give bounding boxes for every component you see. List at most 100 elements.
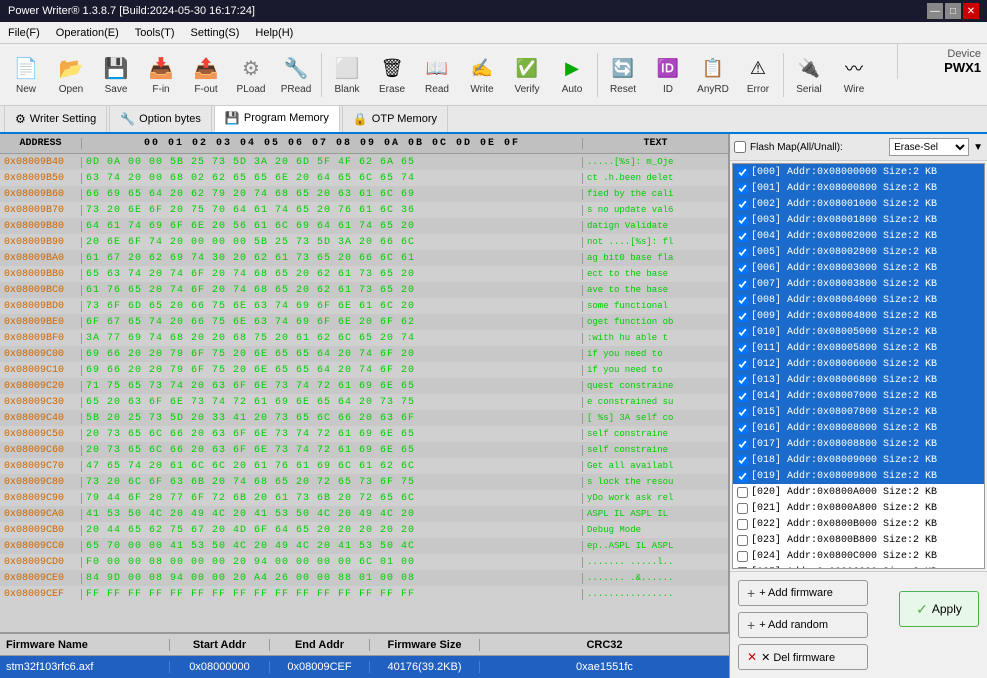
tb-pread-button[interactable]: 🔧 PRead <box>274 48 318 102</box>
hex-row: 0x08009B40 0D 0A 00 00 5B 25 73 5D 3A 20… <box>0 154 728 170</box>
minimize-button[interactable]: — <box>927 3 943 19</box>
flash-list-item[interactable]: [012] Addr:0x08006000 Size:2 KB <box>733 356 984 372</box>
tb-fout-label: F-out <box>194 84 217 95</box>
flash-list-item[interactable]: [024] Addr:0x0800C000 Size:2 KB <box>733 548 984 564</box>
menu-help[interactable]: Help(H) <box>247 25 301 41</box>
add-firmware-button[interactable]: + + Add firmware <box>738 580 868 606</box>
tb-id-button[interactable]: 🆔 ID <box>646 48 690 102</box>
hex-row: 0x08009BA0 61 67 20 62 69 74 30 20 62 61… <box>0 250 728 266</box>
tb-pload-button[interactable]: ⚙ PLoad <box>229 48 273 102</box>
add-random-button[interactable]: + + Add random <box>738 612 868 638</box>
titlebar: Power Writer® 1.3.8.7 [Build:2024-05-30 … <box>0 0 987 22</box>
flash-list-item[interactable]: [003] Addr:0x08001800 Size:2 KB <box>733 212 984 228</box>
flash-list-item[interactable]: [020] Addr:0x0800A000 Size:2 KB <box>733 484 984 500</box>
menu-tools[interactable]: Tools(T) <box>127 25 183 41</box>
flash-list-item[interactable]: [014] Addr:0x08007000 Size:2 KB <box>733 388 984 404</box>
tab-program-memory-label: Program Memory <box>244 112 329 124</box>
firmware-table-row[interactable]: stm32f103rfc6.axf 0x08000000 0x08009CEF … <box>0 656 729 678</box>
toolbar-sep-1 <box>321 53 322 97</box>
wire-icon: 〰 <box>840 54 868 82</box>
del-firmware-label: ✕ Del firmware <box>761 651 835 664</box>
tb-fout-button[interactable]: 📤 F-out <box>184 48 228 102</box>
apply-button[interactable]: ✓ Apply <box>899 591 979 627</box>
flash-list-item[interactable]: [022] Addr:0x0800B000 Size:2 KB <box>733 516 984 532</box>
tb-blank-button[interactable]: ⬜ Blank <box>325 48 369 102</box>
menu-file[interactable]: File(F) <box>0 25 48 41</box>
fout-icon: 📤 <box>192 54 220 82</box>
tb-write-button[interactable]: ✍ Write <box>460 48 504 102</box>
flash-list-item[interactable]: [018] Addr:0x08009000 Size:2 KB <box>733 452 984 468</box>
tb-reset-button[interactable]: 🔄 Reset <box>601 48 645 102</box>
flash-list-item[interactable]: [007] Addr:0x08003800 Size:2 KB <box>733 276 984 292</box>
tb-verify-button[interactable]: ✅ Verify <box>505 48 549 102</box>
tb-error-button[interactable]: ⚠ Error <box>736 48 780 102</box>
tab-writer-setting[interactable]: ⚙ Writer Setting <box>4 104 107 132</box>
flash-list-item[interactable]: [001] Addr:0x08000800 Size:2 KB <box>733 180 984 196</box>
hex-text-header: TEXT <box>583 138 728 149</box>
tb-auto-button[interactable]: ▶ Auto <box>550 48 594 102</box>
tb-serial-label: Serial <box>796 84 822 95</box>
blank-icon: ⬜ <box>333 54 361 82</box>
tb-new-button[interactable]: 📄 New <box>4 48 48 102</box>
apply-check-icon: ✓ <box>916 601 928 618</box>
tb-open-button[interactable]: 📂 Open <box>49 48 93 102</box>
hex-row: 0x08009B80 64 61 74 69 6F 6E 20 56 61 6C… <box>0 218 728 234</box>
del-firmware-button[interactable]: ✕ ✕ Del firmware <box>738 644 868 670</box>
flash-list-item[interactable]: [025] Addr:0x0800C800 Size:2 KB <box>733 564 984 569</box>
tab-option-bytes[interactable]: 🔧 Option bytes <box>109 104 212 132</box>
tb-reset-label: Reset <box>610 84 636 95</box>
tb-serial-button[interactable]: 🔌 Serial <box>787 48 831 102</box>
tb-anyrd-button[interactable]: 📋 AnyRD <box>691 48 735 102</box>
write-icon: ✍ <box>468 54 496 82</box>
flash-list-item[interactable]: [015] Addr:0x08007800 Size:2 KB <box>733 404 984 420</box>
flash-list-item[interactable]: [008] Addr:0x08004000 Size:2 KB <box>733 292 984 308</box>
hex-row: 0x08009CB0 20 44 65 62 75 67 20 4D 6F 64… <box>0 522 728 538</box>
hex-row: 0x08009C30 65 20 63 6F 6E 73 74 72 61 69… <box>0 394 728 410</box>
flash-list-item[interactable]: [023] Addr:0x0800B800 Size:2 KB <box>733 532 984 548</box>
flash-list-item[interactable]: [010] Addr:0x08005000 Size:2 KB <box>733 324 984 340</box>
save-icon: 💾 <box>102 54 130 82</box>
flash-list-item[interactable]: [009] Addr:0x08004800 Size:2 KB <box>733 308 984 324</box>
tb-id-label: ID <box>663 84 673 95</box>
program-memory-icon: 💾 <box>225 111 240 125</box>
right-panel: Flash Map(All/Unall): Erase-Sel ▼ [000] … <box>729 134 987 678</box>
hex-row: 0x08009C50 20 73 65 6C 66 20 63 6F 6E 73… <box>0 426 728 442</box>
flash-map-dropdown[interactable]: Erase-Sel <box>889 138 969 156</box>
tb-fin-button[interactable]: 📥 F-in <box>139 48 183 102</box>
tab-program-memory[interactable]: 💾 Program Memory <box>214 104 340 132</box>
tb-erase-button[interactable]: 🗑 Erase <box>370 48 414 102</box>
flash-list-item[interactable]: [002] Addr:0x08001000 Size:2 KB <box>733 196 984 212</box>
maximize-button[interactable]: □ <box>945 3 961 19</box>
tb-save-button[interactable]: 💾 Save <box>94 48 138 102</box>
tb-read-button[interactable]: 📖 Read <box>415 48 459 102</box>
tb-wire-button[interactable]: 〰 Wire <box>832 48 876 102</box>
flash-list-item[interactable]: [004] Addr:0x08002000 Size:2 KB <box>733 228 984 244</box>
flash-map-header: Flash Map(All/Unall): Erase-Sel ▼ <box>730 134 987 161</box>
flash-list-item[interactable]: [000] Addr:0x08000000 Size:2 KB <box>733 164 984 180</box>
flash-list-item[interactable]: [006] Addr:0x08003000 Size:2 KB <box>733 260 984 276</box>
flash-list-item[interactable]: [017] Addr:0x08008800 Size:2 KB <box>733 436 984 452</box>
menu-setting[interactable]: Setting(S) <box>183 25 248 41</box>
tb-open-label: Open <box>59 84 83 95</box>
hex-row: 0x08009CEF FF FF FF FF FF FF FF FF FF FF… <box>0 586 728 602</box>
flash-list-item[interactable]: [021] Addr:0x0800A800 Size:2 KB <box>733 500 984 516</box>
close-button[interactable]: ✕ <box>963 3 979 19</box>
flash-list-item[interactable]: [005] Addr:0x08002800 Size:2 KB <box>733 244 984 260</box>
fw-row-crc: 0xae1551fc <box>480 661 729 673</box>
flash-list-item[interactable]: [016] Addr:0x08008000 Size:2 KB <box>733 420 984 436</box>
fw-header-crc: CRC32 <box>480 639 729 651</box>
flash-list-item[interactable]: [019] Addr:0x08009800 Size:2 KB <box>733 468 984 484</box>
menu-operation[interactable]: Operation(E) <box>48 25 127 41</box>
flash-list-item[interactable]: [011] Addr:0x08005800 Size:2 KB <box>733 340 984 356</box>
flash-map-checkbox[interactable] <box>734 141 746 153</box>
tb-anyrd-label: AnyRD <box>697 84 729 95</box>
tab-otp-memory[interactable]: 🔒 OTP Memory <box>342 104 448 132</box>
flash-list-item[interactable]: [013] Addr:0x08006800 Size:2 KB <box>733 372 984 388</box>
device-value: PWX1 <box>904 60 981 75</box>
hex-row: 0x08009B50 63 74 20 00 68 02 62 65 65 6E… <box>0 170 728 186</box>
tb-pread-label: PRead <box>281 84 312 95</box>
toolbar-sep-3 <box>783 53 784 97</box>
fw-row-size: 40176(39.2KB) <box>370 661 480 673</box>
hex-row: 0x08009C60 20 73 65 6C 66 20 63 6F 6E 73… <box>0 442 728 458</box>
tb-auto-label: Auto <box>562 84 583 95</box>
